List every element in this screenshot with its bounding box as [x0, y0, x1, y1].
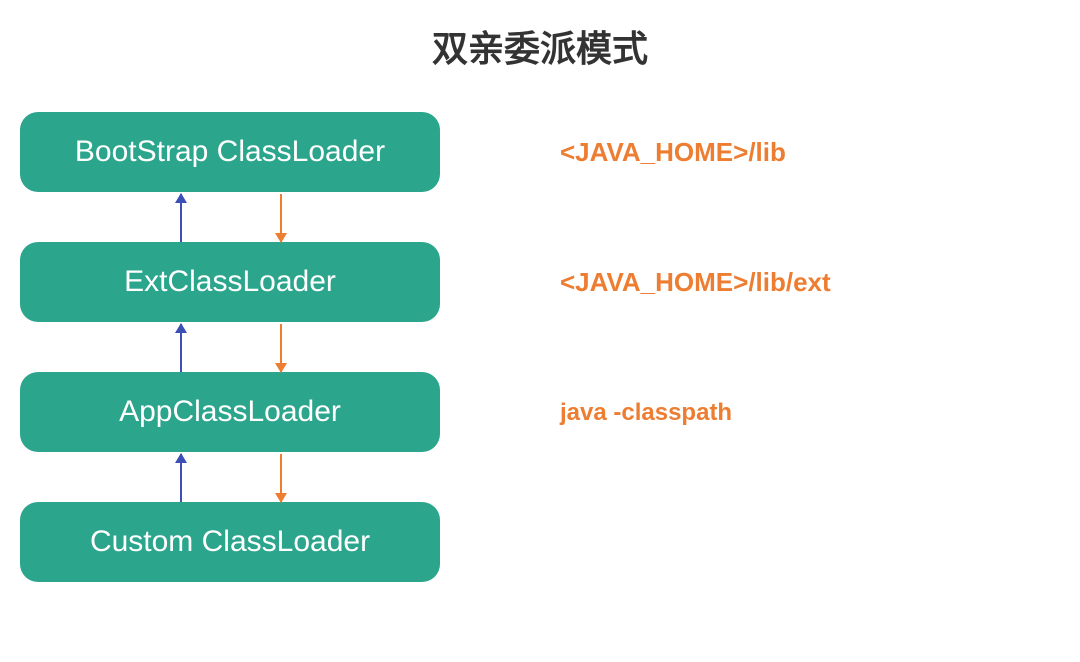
box-ext-label: ExtClassLoader — [124, 265, 336, 299]
diagram-container: BootStrap ClassLoader ExtClassLoader App… — [0, 102, 1080, 662]
label-bootstrap-path: <JAVA_HOME>/lib — [560, 137, 786, 168]
arrow-up-icon — [180, 324, 182, 372]
box-bootstrap-label: BootStrap ClassLoader — [75, 135, 385, 169]
label-app-path: java -classpath — [560, 399, 732, 427]
label-ext-path: <JAVA_HOME>/lib/ext — [560, 267, 831, 298]
box-ext-classloader: ExtClassLoader — [20, 242, 440, 322]
box-app-classloader: AppClassLoader — [20, 372, 440, 452]
arrow-down-icon — [280, 194, 282, 242]
box-app-label: AppClassLoader — [119, 395, 341, 429]
box-bootstrap-classloader: BootStrap ClassLoader — [20, 112, 440, 192]
diagram-title: 双亲委派模式 — [0, 0, 1080, 102]
arrow-down-icon — [280, 324, 282, 372]
box-custom-label: Custom ClassLoader — [90, 525, 370, 559]
arrow-up-icon — [180, 454, 182, 502]
arrow-down-icon — [280, 454, 282, 502]
box-custom-classloader: Custom ClassLoader — [20, 502, 440, 582]
arrow-up-icon — [180, 194, 182, 242]
